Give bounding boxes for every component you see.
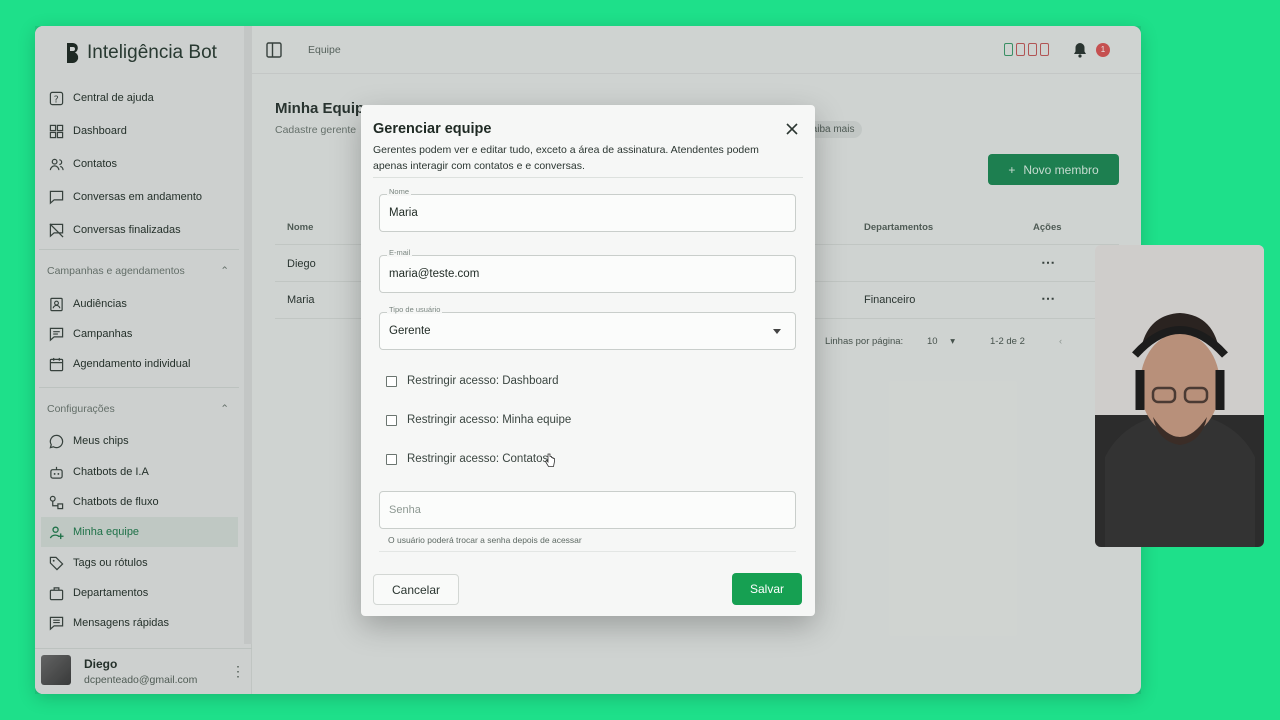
- password-hint: O usuário poderá trocar a senha depois d…: [388, 535, 582, 545]
- checkbox-label: Restringir acesso: Contatos: [407, 453, 549, 465]
- password-field[interactable]: Senha: [379, 491, 796, 529]
- restrict-contacts-checkbox[interactable]: Restringir acesso: Contatos: [386, 453, 548, 465]
- field-label: Nome: [387, 187, 412, 196]
- field-placeholder: Senha: [389, 504, 421, 516]
- dialog-description: Gerentes podem ver e editar tudo, exceto…: [373, 144, 759, 172]
- manage-team-dialog: Gerenciar equipe Gerentes podem ver e ed…: [361, 105, 815, 616]
- dialog-divider: [373, 177, 803, 178]
- checkbox[interactable]: [386, 453, 397, 465]
- dialog-divider: [379, 551, 796, 552]
- dialog-title: Gerenciar equipe: [373, 121, 492, 137]
- checkbox-label: Restringir acesso: Minha equipe: [407, 414, 572, 426]
- field-label: Tipo de usuário: [387, 305, 443, 314]
- hand-cursor-icon: [545, 453, 555, 467]
- user-type-select[interactable]: Tipo de usuário Gerente: [379, 305, 796, 350]
- checkbox-label: Restringir acesso: Dashboard: [407, 375, 559, 387]
- restrict-my-team-checkbox[interactable]: Restringir acesso: Minha equipe: [386, 414, 571, 426]
- checkbox[interactable]: [386, 375, 397, 387]
- close-icon[interactable]: [784, 121, 800, 137]
- field-value: Maria: [389, 207, 418, 219]
- email-field[interactable]: E-mail maria@teste.com: [379, 248, 796, 293]
- field-label: E-mail: [387, 248, 413, 257]
- webcam-overlay: [1095, 245, 1264, 547]
- field-value: Gerente: [389, 325, 431, 337]
- caret-down-icon: [773, 329, 781, 334]
- save-button[interactable]: Salvar: [732, 573, 802, 605]
- checkbox[interactable]: [386, 414, 397, 426]
- cancel-button[interactable]: Cancelar: [373, 574, 459, 605]
- restrict-dashboard-checkbox[interactable]: Restringir acesso: Dashboard: [386, 375, 559, 387]
- person-silhouette: [1095, 245, 1264, 547]
- field-value: maria@teste.com: [389, 268, 480, 280]
- name-field[interactable]: Nome Maria: [379, 187, 796, 232]
